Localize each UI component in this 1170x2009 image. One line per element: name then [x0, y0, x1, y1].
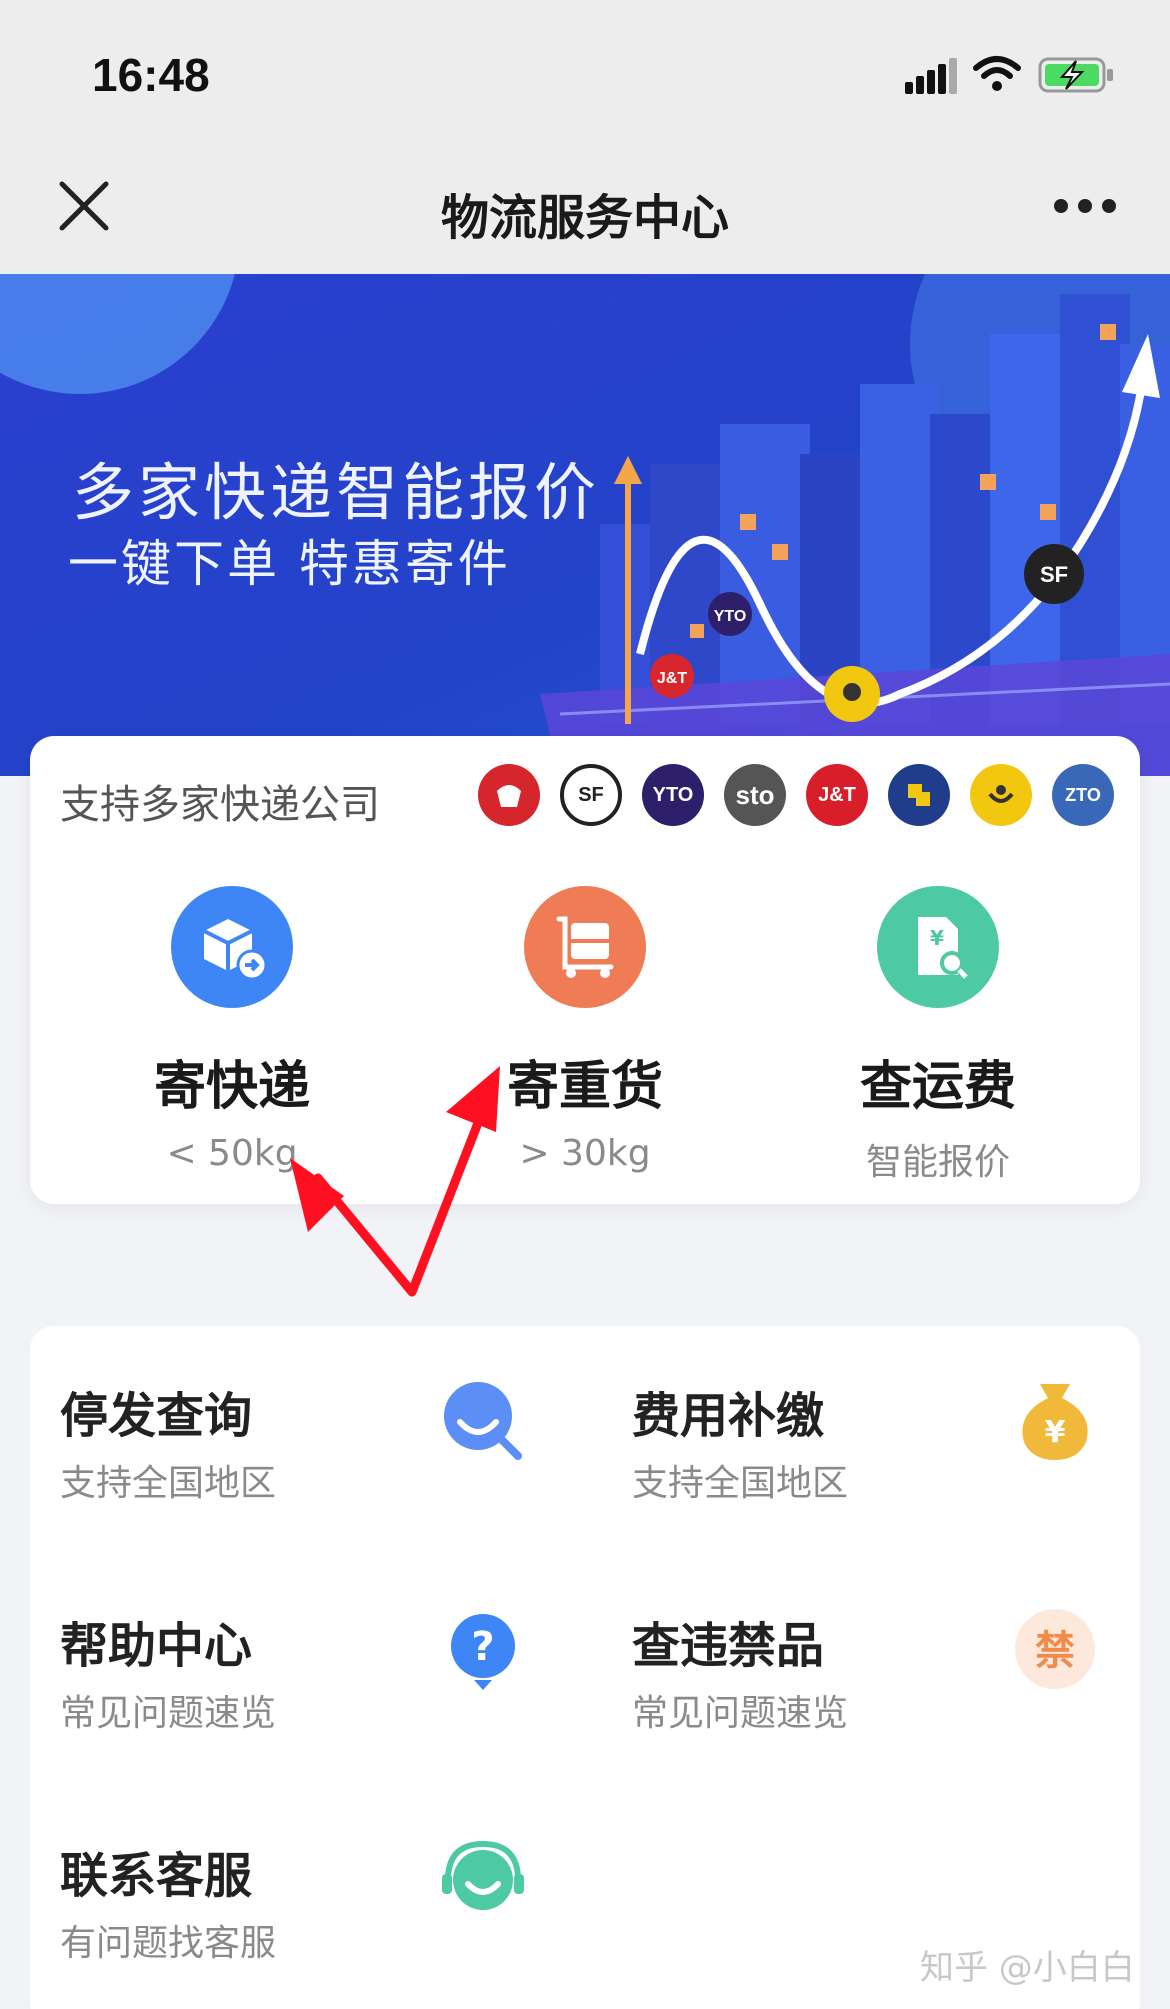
help-center-sub: 常见问题速览	[60, 1693, 277, 1734]
more-icon[interactable]	[1052, 196, 1118, 216]
fee-payment-item[interactable]: 费用补缴 支持全国地区 ¥	[602, 1326, 1122, 1526]
svg-text:J&T: J&T	[657, 670, 687, 687]
svg-text:¥: ¥	[930, 926, 944, 950]
prohibited-items-sub: 常见问题速览	[632, 1693, 849, 1734]
carrier-logo-sf-icon: SF	[560, 764, 622, 826]
services-grid: 停发查询 支持全国地区 费用补缴 支持全国地区 ¥ 帮助中心 常见问题速览 ? …	[30, 1326, 1140, 2009]
status-time: 16:48	[92, 49, 210, 101]
page-title: 物流服务中心	[440, 190, 729, 246]
shipping-card: 支持多家快递公司 SF YTO sto J&T ZTO 寄快递 < 50kg 寄…	[30, 736, 1140, 1204]
send-express-button[interactable]: 寄快递 < 50kg	[82, 886, 382, 1174]
banner-subtitle: 一键下单 特惠寄件	[68, 535, 511, 593]
svg-text:禁: 禁	[1035, 1628, 1075, 1674]
carrier-support-label: 支持多家快递公司	[60, 782, 380, 828]
stop-query-sub: 支持全国地区	[60, 1463, 277, 1504]
send-heavy-button[interactable]: 寄重货 > 30kg	[435, 886, 735, 1174]
send-heavy-label: 寄重货	[506, 1057, 663, 1117]
check-fee-sub: 智能报价	[865, 1142, 1010, 1183]
svg-text:SF: SF	[1040, 562, 1068, 587]
carrier-logo-sto-icon: sto	[724, 764, 786, 826]
banner-title: 多家快递智能报价	[72, 456, 601, 529]
svg-text:?: ?	[471, 1624, 494, 1670]
money-bag-icon: ¥	[1022, 1384, 1088, 1460]
svg-text:¥: ¥	[1045, 1415, 1066, 1450]
watermark: 知乎 @小白白	[920, 1948, 1135, 1988]
carrier-logo-zto-icon: ZTO	[1052, 764, 1114, 826]
check-fee-button[interactable]: ¥ 查运费 智能报价	[788, 886, 1088, 1185]
nav-bar: 物流服务中心	[0, 150, 1170, 274]
package-icon	[171, 886, 293, 1008]
stop-query-title: 停发查询	[60, 1388, 253, 1444]
contact-service-sub: 有问题找客服	[60, 1923, 277, 1964]
svg-text:YTO: YTO	[714, 608, 747, 625]
prohibited-items-item[interactable]: 查违禁品 常见问题速览 禁	[602, 1556, 1122, 1756]
contact-service-title: 联系客服	[60, 1848, 253, 1904]
carrier-logo-deppon-icon	[888, 764, 950, 826]
signal-icon	[905, 58, 957, 94]
forbidden-icon: 禁	[1015, 1609, 1095, 1689]
search-bubble-icon	[444, 1382, 522, 1460]
status-bar: 16:48	[0, 0, 1170, 150]
battery-charging-icon	[1038, 57, 1113, 93]
help-center-item[interactable]: 帮助中心 常见问题速览 ?	[30, 1556, 550, 1756]
carrier-logo-yunda-icon	[970, 764, 1032, 826]
wifi-icon	[973, 56, 1021, 91]
promo-banner[interactable]: J&T YTO SF 多家快递智能报价 一键下单 特惠寄件	[0, 274, 1170, 776]
check-fee-label: 查运费	[859, 1057, 1016, 1117]
headset-icon	[442, 1840, 524, 1910]
fee-document-icon: ¥	[877, 886, 999, 1008]
send-express-sub: < 50kg	[166, 1133, 298, 1174]
send-heavy-sub: > 30kg	[519, 1133, 651, 1174]
cart-icon	[524, 886, 646, 1008]
carrier-logo-jt-icon: J&T	[806, 764, 868, 826]
carrier-logo-yto-icon: YTO	[642, 764, 704, 826]
send-express-label: 寄快递	[153, 1057, 310, 1117]
contact-service-item[interactable]: 联系客服 有问题找客服	[30, 1786, 550, 1986]
fee-payment-title: 费用补缴	[632, 1388, 825, 1444]
prohibited-items-title: 查违禁品	[632, 1618, 825, 1674]
question-bubble-icon: ?	[451, 1614, 515, 1690]
carrier-logos: SF YTO sto J&T ZTO	[478, 764, 1114, 826]
fee-payment-sub: 支持全国地区	[632, 1463, 849, 1504]
stop-query-item[interactable]: 停发查询 支持全国地区	[30, 1326, 550, 1526]
carrier-logo-ems-icon	[478, 764, 540, 826]
help-center-title: 帮助中心	[60, 1618, 253, 1674]
